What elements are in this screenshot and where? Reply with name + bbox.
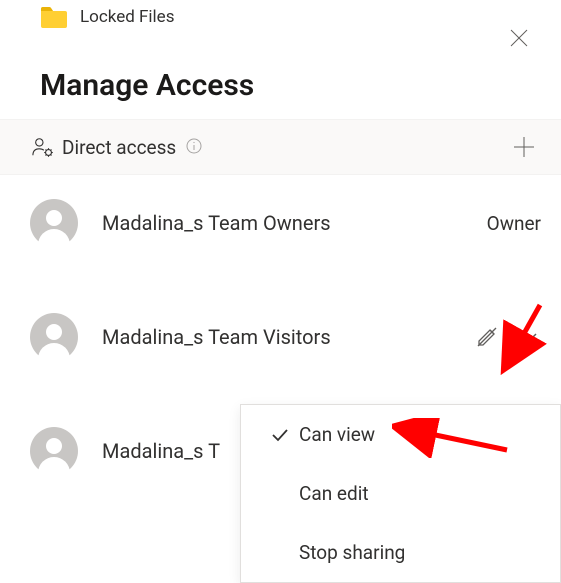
folder-name: Locked Files	[80, 6, 174, 27]
avatar	[30, 199, 78, 247]
dropdown-item-can-edit[interactable]: Can edit	[241, 464, 560, 523]
close-button[interactable]	[501, 20, 537, 56]
avatar	[30, 427, 78, 475]
dropdown-item-label: Can view	[299, 423, 375, 446]
principal-row: Madalina_s Team Visitors	[0, 293, 561, 381]
page-title: Manage Access	[0, 28, 561, 119]
role-label: Owner	[487, 212, 541, 235]
people-gear-icon	[32, 136, 54, 158]
cannot-edit-icon	[475, 325, 499, 349]
add-principal-button[interactable]	[511, 134, 537, 160]
avatar	[30, 313, 78, 361]
dropdown-item-stop-sharing[interactable]: Stop sharing	[241, 523, 560, 582]
check-icon	[261, 428, 299, 442]
principal-row: Madalina_s Team Owners Owner	[0, 179, 561, 267]
info-icon[interactable]	[186, 138, 204, 156]
dropdown-item-label: Stop sharing	[299, 541, 405, 564]
principal-name: Madalina_s Team Visitors	[102, 325, 463, 349]
section-label: Direct access	[62, 136, 176, 159]
folder-icon	[40, 6, 68, 28]
principal-name: Madalina_s Team Owners	[102, 211, 475, 235]
permission-dropdown-button[interactable]	[517, 325, 541, 349]
direct-access-section: Direct access	[0, 119, 561, 175]
dropdown-item-can-view[interactable]: Can view	[241, 405, 560, 464]
permission-dropdown-menu: Can view Can edit Stop sharing	[240, 404, 561, 583]
dropdown-item-label: Can edit	[299, 482, 369, 505]
